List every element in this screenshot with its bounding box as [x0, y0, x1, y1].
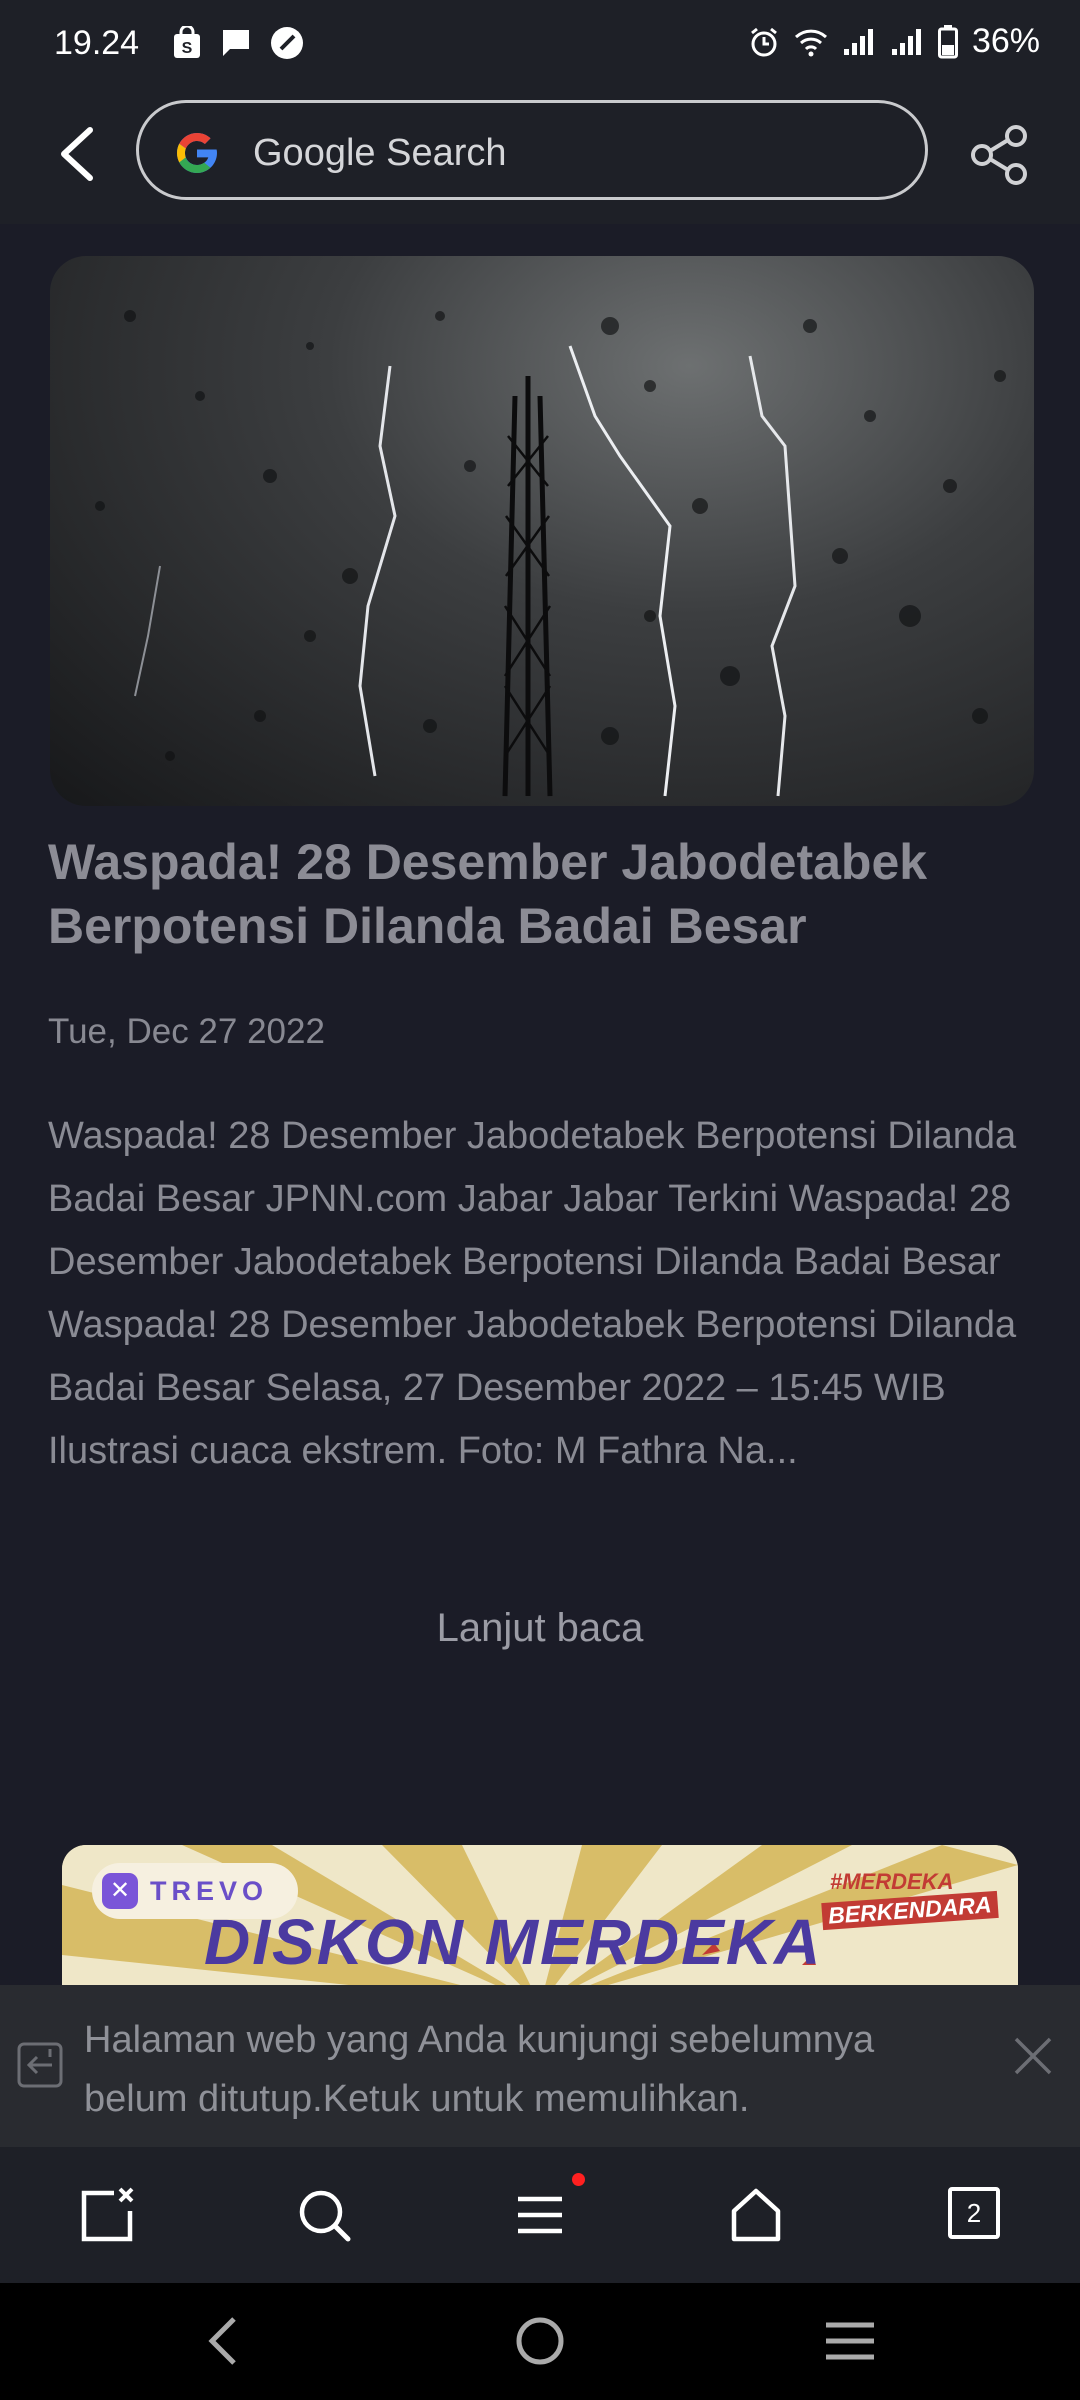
- ad-headline: DISKON MERDEKA: [204, 1906, 823, 1978]
- chat-icon: [223, 30, 249, 56]
- article-excerpt: Waspada! 28 Desember Jabodetabek Berpote…: [48, 1115, 1017, 1472]
- signal-icon: [843, 28, 873, 55]
- notification-icons: S: [172, 26, 304, 60]
- system-navigation-bar: [0, 2283, 1080, 2400]
- system-status: 36%: [748, 22, 1040, 61]
- ad-brand-name: TREVO: [150, 1875, 269, 1906]
- browser-bottom-nav: 2: [0, 2147, 1080, 2283]
- restore-session-bar[interactable]: Halaman web yang Anda kunjungi sebelumny…: [0, 1985, 1080, 2147]
- search-bar[interactable]: Google Search: [136, 100, 928, 200]
- restore-icon: [17, 2042, 63, 2088]
- tabs-icon[interactable]: 2: [948, 2187, 1000, 2239]
- browser-toolbar: Google Search: [0, 90, 1080, 224]
- wifi-icon: [794, 29, 827, 56]
- search-icon[interactable]: [294, 2185, 354, 2245]
- ad-campaign-tag: #MERDEKA BERKENDARA: [814, 1863, 999, 1931]
- menu-notification-dot: [572, 2173, 585, 2186]
- status-time: 19.24: [54, 24, 140, 62]
- back-arrow-icon[interactable]: [50, 122, 110, 186]
- shopping-bag-icon: S: [174, 26, 200, 58]
- article-date: Tue, Dec 27 2022: [48, 1012, 325, 1051]
- search-placeholder: Google Search: [253, 132, 507, 174]
- article-title[interactable]: Waspada! 28 Desember Jabodetabek Berpote…: [48, 830, 1038, 958]
- restore-message: Halaman web yang Anda kunjungi sebelumny…: [84, 2019, 875, 2120]
- google-logo-icon: [177, 133, 217, 173]
- close-icon[interactable]: [1006, 2029, 1060, 2083]
- signal-icon: [891, 28, 921, 55]
- speed-icon: [271, 27, 303, 59]
- article-hero-image: [50, 256, 1034, 806]
- read-more-link[interactable]: Lanjut baca: [0, 1606, 1080, 1651]
- storm-lightning-tower-image: [95, 310, 1006, 797]
- ad-banner[interactable]: ✕ TREVO DISKON MERDEKA #MERDEKA BERKENDA…: [62, 1845, 1018, 1985]
- trevo-logo-icon: ✕: [102, 1873, 138, 1909]
- home-icon[interactable]: [726, 2185, 786, 2245]
- share-icon[interactable]: [966, 122, 1032, 188]
- battery-percent: 36%: [971, 22, 1040, 60]
- menu-icon[interactable]: [510, 2185, 570, 2245]
- alarm-icon: [751, 27, 777, 56]
- battery-icon: [937, 24, 958, 58]
- close-tab-icon[interactable]: [78, 2185, 138, 2245]
- ad-tag-line1: #MERDEKA: [830, 1869, 954, 1894]
- recents-icon[interactable]: [824, 2319, 876, 2363]
- status-bar: 19.24 S 36%: [0, 0, 1080, 90]
- svg-text:S: S: [182, 40, 193, 57]
- home-circle-icon[interactable]: [514, 2315, 566, 2367]
- back-icon[interactable]: [204, 2315, 244, 2367]
